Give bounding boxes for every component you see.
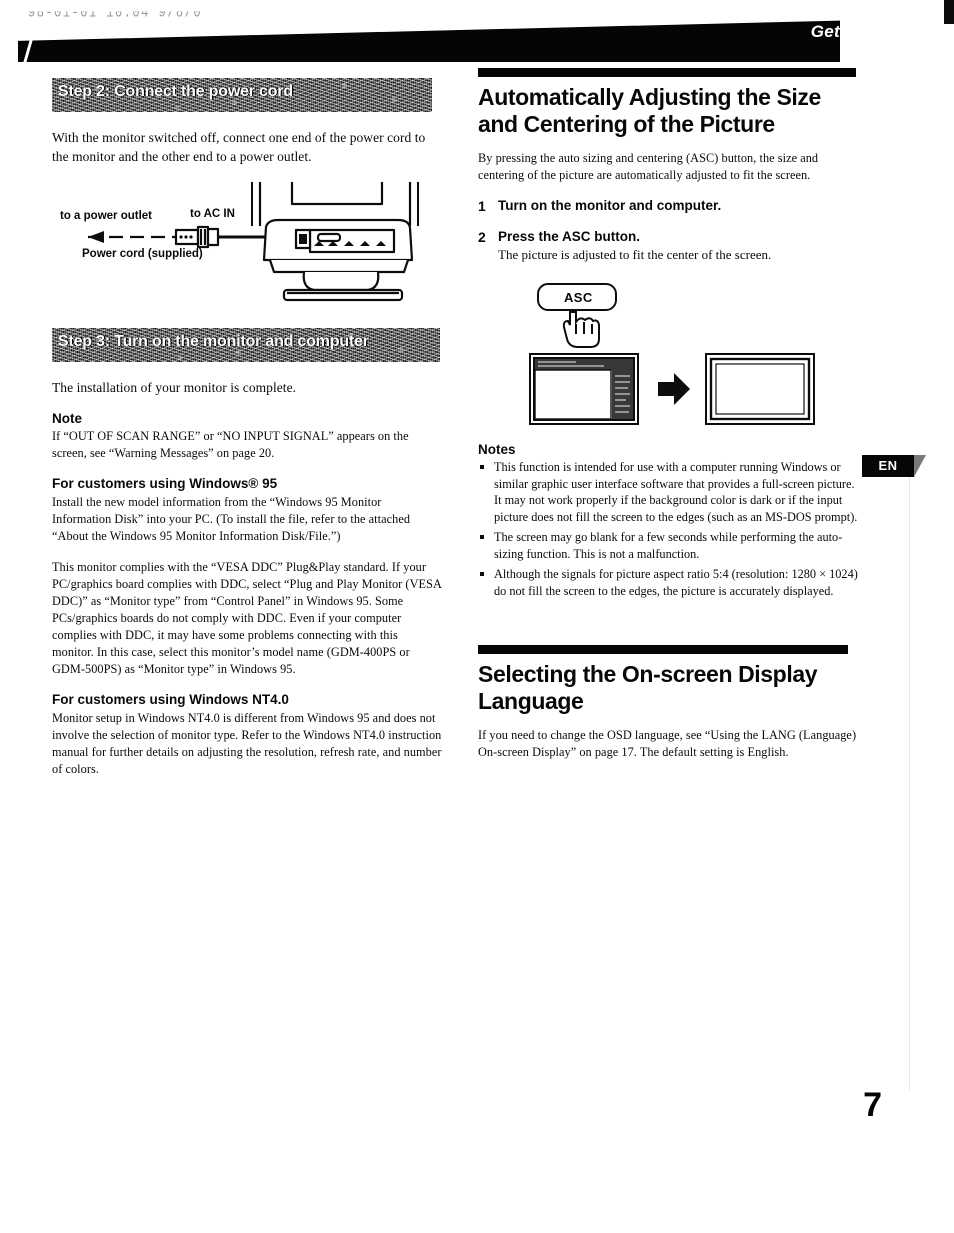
- step2-heading-label: Step 2: Connect the power cord: [58, 83, 293, 100]
- asc-notes-title: Notes: [478, 442, 516, 457]
- power-cord-figure: to a power outlet to AC IN Power cord (s…: [52, 180, 442, 310]
- bullet-icon: [480, 465, 484, 469]
- asc-step-2-number: 2: [478, 229, 486, 245]
- scan-edge-rule: [909, 470, 910, 1090]
- windows-nt40-paragraph: Monitor setup in Windows NT4.0 is differ…: [52, 711, 442, 776]
- windows95-subheading: For customers using Windows® 95: [52, 476, 278, 491]
- step2-body: With the monitor switched off, connect o…: [52, 130, 426, 164]
- step3-note-title: Note: [52, 411, 82, 426]
- windows-nt40-subheading: For customers using Windows NT4.0: [52, 692, 289, 707]
- step3-heading: Step 3: Turn on the monitor and computer: [52, 328, 440, 362]
- step3-note-body: If “OUT OF SCAN RANGE” or “NO INPUT SIGN…: [52, 429, 409, 460]
- scan-corner-artifact: [944, 0, 954, 24]
- asc-note-text: The screen may go blank for a few second…: [494, 530, 843, 561]
- running-header-title: Getting Started: [810, 22, 938, 41]
- windows95-paragraph-1: Install the new model information from t…: [52, 495, 411, 543]
- asc-section-rule: [478, 68, 856, 77]
- language-side-tab: EN: [862, 455, 914, 477]
- step3-body: The installation of your monitor is comp…: [52, 380, 297, 395]
- asc-section-intro: By pressing the auto sizing and centerin…: [478, 151, 819, 182]
- asc-note-text: This function is intended for use with a…: [494, 460, 858, 524]
- language-side-tab-label: EN: [878, 458, 898, 473]
- right-column: Automatically Adjusting the Size and Cen…: [478, 68, 858, 775]
- asc-note-item: This function is intended for use with a…: [478, 459, 858, 525]
- asc-step-2-title: Press the ASC button.: [498, 229, 641, 244]
- osd-section-rule: [478, 645, 848, 654]
- scan-date-stamp: 98-01-01 10:04 9/8/0: [28, 4, 203, 22]
- page-number: 7: [863, 1086, 882, 1124]
- asc-step-1-title: Turn on the monitor and computer.: [498, 198, 722, 213]
- bullet-icon: [480, 572, 484, 576]
- asc-note-item: The screen may go blank for a few second…: [478, 529, 858, 562]
- language-side-tab-tail: [914, 455, 926, 477]
- running-header-banner: [18, 20, 840, 62]
- osd-section-title: Selecting the On-screen Display Language: [478, 661, 818, 714]
- asc-step-2: 2 Press the ASC button. The picture is a…: [478, 229, 858, 264]
- step3-heading-label: Step 3: Turn on the monitor and computer: [58, 333, 369, 350]
- asc-button-label: ASC: [564, 290, 593, 305]
- asc-section: Automatically Adjusting the Size and Cen…: [478, 68, 858, 599]
- osd-language-section: Selecting the On-screen Display Language…: [478, 645, 858, 761]
- step2-heading: Step 2: Connect the power cord: [52, 78, 432, 112]
- scanned-manual-page: 98-01-01 10:04 9/8/0 Getting Started Ste…: [0, 0, 954, 1233]
- bullet-icon: [480, 535, 484, 539]
- asc-note-text: Although the signals for picture aspect …: [494, 567, 858, 598]
- windows95-paragraph-2: This monitor complies with the “VESA DDC…: [52, 560, 442, 676]
- asc-note-item: Although the signals for picture aspect …: [478, 566, 858, 599]
- figure-label-power-outlet: to a power outlet: [60, 210, 152, 222]
- left-column: Step 2: Connect the power cord With the …: [52, 78, 442, 792]
- osd-section-body: If you need to change the OSD language, …: [478, 728, 857, 759]
- asc-step-1-number: 1: [478, 198, 486, 214]
- figure-label-ac-in: to AC IN: [190, 208, 235, 220]
- asc-notes-list: This function is intended for use with a…: [478, 459, 858, 599]
- monitor-rear-power-illustration: [88, 182, 419, 302]
- asc-step-2-text: Press the ASC button. The picture is adj…: [498, 229, 858, 264]
- asc-step-2-detail: The picture is adjusted to fit the cente…: [498, 247, 772, 262]
- asc-step-1: 1 Turn on the monitor and computer.: [478, 198, 858, 215]
- asc-button-figure: ASC: [516, 278, 846, 428]
- asc-section-title: Automatically Adjusting the Size and Cen…: [478, 84, 821, 137]
- figure-label-power-cord: Power cord (supplied): [82, 248, 203, 260]
- asc-step-1-text: Turn on the monitor and computer.: [498, 198, 858, 215]
